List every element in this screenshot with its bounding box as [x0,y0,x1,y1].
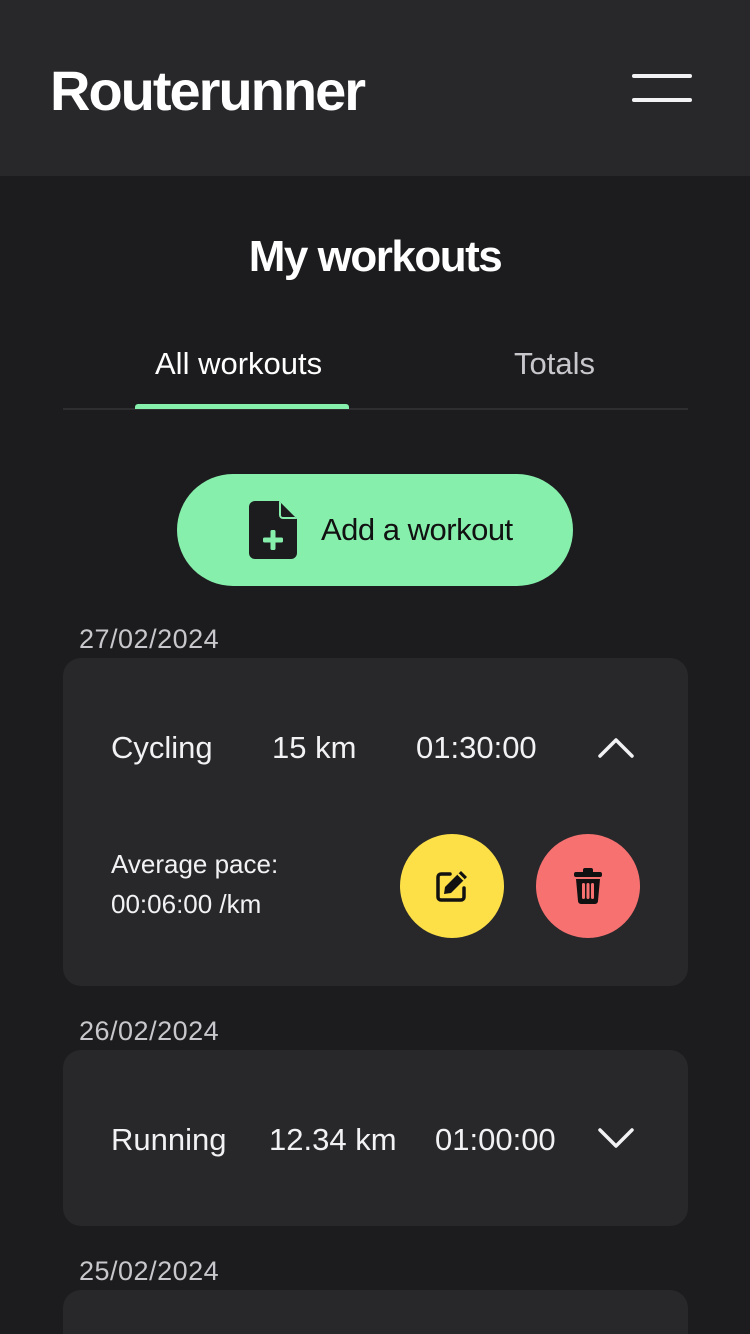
workout-card[interactable] [63,1290,688,1334]
workout-distance: 15 km [272,730,357,765]
workout-card[interactable]: Cycling 15 km 01:30:00 Average pace: 00:… [63,658,688,986]
workout-date: 25/02/2024 [79,1256,220,1286]
page-title: My workouts [248,232,503,281]
chevron-up-icon[interactable] [596,734,636,760]
active-tab-indicator [135,404,349,409]
workout-duration: 01:00:00 [435,1122,556,1157]
edit-icon [436,871,467,902]
workout-date: 26/02/2024 [79,1016,220,1046]
workout-card[interactable]: Running 12.34 km 01:00:00 [63,1050,688,1226]
edit-workout-button[interactable] [400,834,504,938]
menu-line [632,74,692,78]
pace-label: Average pace: [111,849,279,879]
file-plus-icon [249,501,297,559]
workout-tabs: All workouts Totals [63,330,688,410]
workout-type: Running [111,1122,227,1157]
tab-totals[interactable]: Totals [514,346,595,382]
hamburger-menu-icon[interactable] [626,66,698,112]
add-workout-button[interactable]: Add a workout [177,474,573,586]
trash-icon [574,868,602,904]
workout-date: 27/02/2024 [79,624,220,654]
chevron-down-icon[interactable] [596,1126,636,1152]
workout-distance: 12.34 km [269,1122,397,1157]
top-bar: Routerunner [0,0,750,176]
workout-duration: 01:30:00 [416,730,537,765]
menu-line [632,98,692,102]
workout-type: Cycling [111,730,213,765]
app-logo[interactable]: Routerunner [50,58,366,123]
add-workout-label: Add a workout [321,512,513,547]
tab-all-workouts[interactable]: All workouts [155,346,322,382]
pace-value: 00:06:00 /km [111,889,262,919]
delete-workout-button[interactable] [536,834,640,938]
